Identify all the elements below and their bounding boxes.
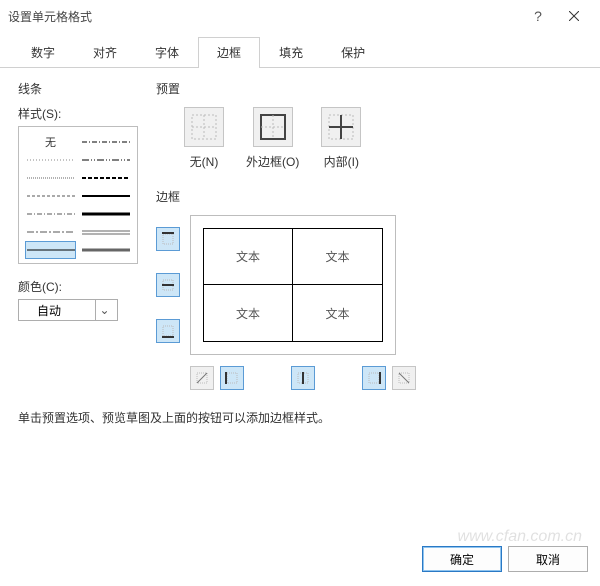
preset-none-button[interactable]: [184, 107, 224, 147]
preset-outline-button[interactable]: [253, 107, 293, 147]
border-group-label: 边框: [156, 188, 582, 205]
preset-inside-button[interactable]: [321, 107, 361, 147]
chevron-down-icon: ⌄: [95, 300, 113, 320]
border-preview[interactable]: 文本 文本 文本 文本: [190, 215, 396, 355]
style-opt[interactable]: [25, 205, 76, 223]
titlebar: 设置单元格格式 ?: [0, 0, 600, 32]
tab-protection[interactable]: 保护: [322, 37, 384, 68]
tab-alignment[interactable]: 对齐: [74, 37, 136, 68]
ok-button[interactable]: 确定: [422, 546, 502, 572]
style-opt[interactable]: [80, 223, 131, 241]
preset-group-label: 预置: [156, 80, 582, 97]
border-vmid-button[interactable]: [291, 366, 315, 390]
preset-inside-label: 内部(I): [324, 153, 359, 170]
border-top-button[interactable]: [156, 227, 180, 251]
cancel-button[interactable]: 取消: [508, 546, 588, 572]
style-opt[interactable]: [80, 187, 131, 205]
style-opt[interactable]: [25, 187, 76, 205]
line-style-list[interactable]: 无: [18, 126, 138, 264]
watermark: www.cfan.com.cn: [458, 528, 582, 546]
hint-text: 单击预置选项、预览草图及上面的按钮可以添加边框样式。: [18, 409, 582, 426]
style-opt[interactable]: [80, 133, 131, 151]
color-select[interactable]: 自动 ⌄: [18, 299, 118, 321]
close-icon[interactable]: [556, 0, 592, 32]
style-opt-selected[interactable]: [25, 241, 76, 259]
preview-cell: 文本: [293, 285, 382, 341]
color-label: 颜色(C):: [18, 278, 138, 295]
tab-fill[interactable]: 填充: [260, 37, 322, 68]
border-left-button[interactable]: [220, 366, 244, 390]
preset-outline-label: 外边框(O): [246, 153, 299, 170]
style-opt[interactable]: [80, 205, 131, 223]
border-diag-up-button[interactable]: [190, 366, 214, 390]
border-right-button[interactable]: [362, 366, 386, 390]
preview-cell: 文本: [204, 285, 293, 341]
tab-bar: 数字 对齐 字体 边框 填充 保护: [0, 36, 600, 68]
line-group-label: 线条: [18, 80, 138, 97]
preview-cell: 文本: [293, 229, 382, 285]
window-title: 设置单元格格式: [8, 8, 520, 25]
border-hmid-button[interactable]: [156, 273, 180, 297]
style-label: 样式(S):: [18, 105, 138, 122]
style-opt[interactable]: [25, 151, 76, 169]
style-none[interactable]: 无: [45, 134, 56, 150]
style-opt[interactable]: [80, 151, 131, 169]
border-bottom-button[interactable]: [156, 319, 180, 343]
style-opt[interactable]: [25, 169, 76, 187]
border-diag-down-button[interactable]: [392, 366, 416, 390]
color-value: 自动: [37, 302, 61, 319]
tab-font[interactable]: 字体: [136, 37, 198, 68]
preview-cell: 文本: [204, 229, 293, 285]
help-icon[interactable]: ?: [520, 0, 556, 32]
tab-border[interactable]: 边框: [198, 37, 260, 68]
tab-number[interactable]: 数字: [12, 37, 74, 68]
style-opt[interactable]: [80, 169, 131, 187]
style-opt[interactable]: [80, 241, 131, 259]
preset-none-label: 无(N): [190, 153, 219, 170]
style-opt[interactable]: [25, 223, 76, 241]
